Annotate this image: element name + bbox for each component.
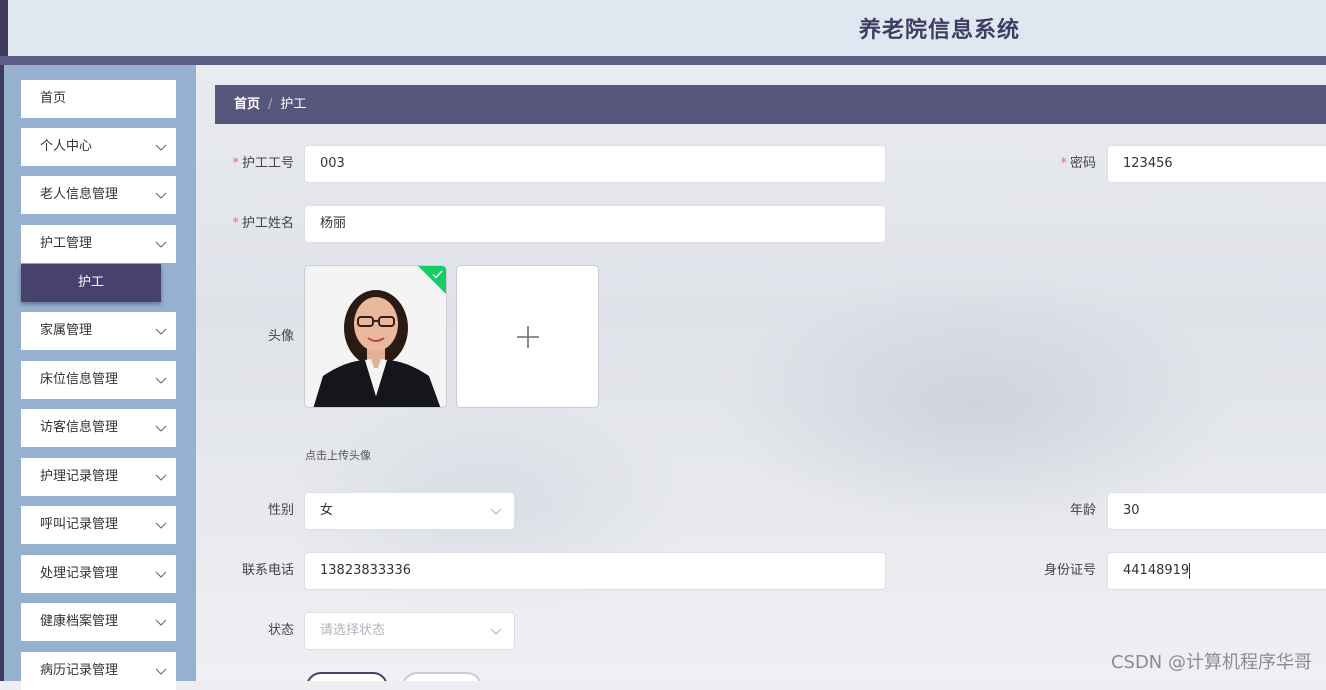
sidebar-item-label: 护理记录管理: [40, 469, 119, 484]
submit-button[interactable]: [306, 672, 388, 681]
chevron-down-icon: [490, 508, 502, 515]
sidebar-item-call-records[interactable]: 呼叫记录管理: [21, 506, 176, 544]
chevron-down-icon: [155, 192, 167, 199]
chevron-down-icon: [155, 425, 167, 432]
status-select-placeholder: 请选择状态: [320, 623, 386, 638]
avatar-preview[interactable]: [304, 265, 447, 408]
upload-hint: 点击上传头像: [305, 449, 371, 462]
caregiver-name-label: * 护工姓名: [224, 205, 294, 243]
gender-select[interactable]: 女: [304, 492, 515, 530]
status-select[interactable]: 请选择状态: [304, 612, 515, 650]
sidebar-item-family-mgmt[interactable]: 家属管理: [21, 312, 176, 350]
password-label: * 密码: [1026, 145, 1096, 183]
required-mark: *: [1060, 156, 1067, 171]
cancel-button[interactable]: [402, 672, 482, 681]
sidebar-item-home[interactable]: 首页: [21, 80, 176, 118]
avatar-upload-button[interactable]: [456, 265, 599, 408]
sidebar-subitem-caregiver[interactable]: 护工: [21, 264, 161, 302]
check-icon: [432, 270, 443, 279]
app-title: 养老院信息系统: [859, 18, 1021, 43]
avatar-label: 头像: [267, 329, 294, 344]
age-label: 年龄: [1069, 503, 1096, 518]
sidebar-item-label: 处理记录管理: [40, 566, 119, 581]
caregiver-id-input[interactable]: 003: [304, 145, 886, 183]
sidebar-item-label: 病历记录管理: [40, 663, 119, 678]
chevron-down-icon: [155, 474, 167, 481]
chevron-down-icon: [155, 619, 167, 626]
caregiver-id-label-text: 护工工号: [241, 156, 294, 171]
idcard-input-value: 44148919: [1123, 563, 1190, 578]
required-mark: *: [232, 156, 239, 171]
text-cursor: [1189, 562, 1191, 579]
breadcrumb: 首页 / 护工: [215, 85, 1326, 124]
sidebar-item-caregiver-mgmt[interactable]: 护工管理: [21, 225, 176, 263]
phone-label: 联系电话: [241, 563, 294, 578]
chevron-down-icon: [155, 571, 167, 578]
chevron-down-icon: [155, 522, 167, 529]
sidebar-item-label: 访客信息管理: [40, 420, 119, 435]
sidebar-item-label: 健康档案管理: [40, 614, 119, 629]
sidebar-item-label: 护工管理: [40, 236, 93, 251]
sidebar: 首页 个人中心 老人信息管理 护工管理 护工 家属管理 床位信息管理 访客信息管…: [0, 65, 196, 690]
sidebar-item-bed-info[interactable]: 床位信息管理: [21, 361, 176, 399]
caregiver-name-label-text: 护工姓名: [241, 216, 294, 231]
sidebar-item-elder-info[interactable]: 老人信息管理: [21, 176, 176, 214]
sidebar-item-handling-records[interactable]: 处理记录管理: [21, 555, 176, 593]
chevron-down-icon: [155, 241, 167, 248]
gender-label: 性别: [267, 503, 294, 518]
required-mark: *: [232, 216, 239, 231]
chevron-down-icon: [155, 377, 167, 384]
app-header: 养老院信息系统: [0, 0, 1326, 56]
breadcrumb-current: 护工: [280, 97, 307, 112]
gender-select-value: 女: [320, 503, 334, 518]
sidebar-item-label: 呼叫记录管理: [40, 517, 119, 532]
phone-input[interactable]: 13823833336: [304, 552, 886, 590]
header-divider: [0, 56, 1326, 65]
chevron-down-icon: [155, 144, 167, 151]
age-input[interactable]: 30: [1107, 492, 1326, 530]
idcard-label: 身份证号: [1043, 563, 1096, 578]
chevron-down-icon: [490, 628, 502, 635]
status-label: 状态: [267, 623, 294, 638]
sidebar-item-personal-center[interactable]: 个人中心: [21, 128, 176, 166]
sidebar-item-label: 个人中心: [40, 139, 93, 154]
sidebar-item-health-files[interactable]: 健康档案管理: [21, 603, 176, 641]
sidebar-item-label: 首页: [40, 91, 67, 106]
caregiver-name-input[interactable]: 杨丽: [304, 205, 886, 243]
password-label-text: 密码: [1069, 156, 1096, 171]
sidebar-item-label: 床位信息管理: [40, 372, 119, 387]
plus-icon: [517, 326, 539, 348]
caregiver-id-label: * 护工工号: [224, 145, 294, 183]
breadcrumb-separator: /: [268, 97, 273, 112]
breadcrumb-home[interactable]: 首页: [234, 97, 260, 112]
sidebar-item-medical-records[interactable]: 病历记录管理: [21, 652, 176, 690]
sidebar-item-label: 老人信息管理: [40, 187, 119, 202]
idcard-input[interactable]: 44148919: [1107, 552, 1326, 590]
sidebar-item-visitor-info[interactable]: 访客信息管理: [21, 409, 176, 447]
sidebar-item-label: 家属管理: [40, 323, 93, 338]
chevron-down-icon: [155, 668, 167, 675]
sidebar-item-care-records[interactable]: 护理记录管理: [21, 458, 176, 496]
main-content: 首页 / 护工 * 护工工号 003 * 密码 123456 * 护工姓名 杨丽 头像: [196, 65, 1326, 681]
chevron-down-icon: [155, 328, 167, 335]
watermark: CSDN @计算机程序华哥: [1110, 652, 1312, 673]
password-input[interactable]: 123456: [1107, 145, 1326, 183]
